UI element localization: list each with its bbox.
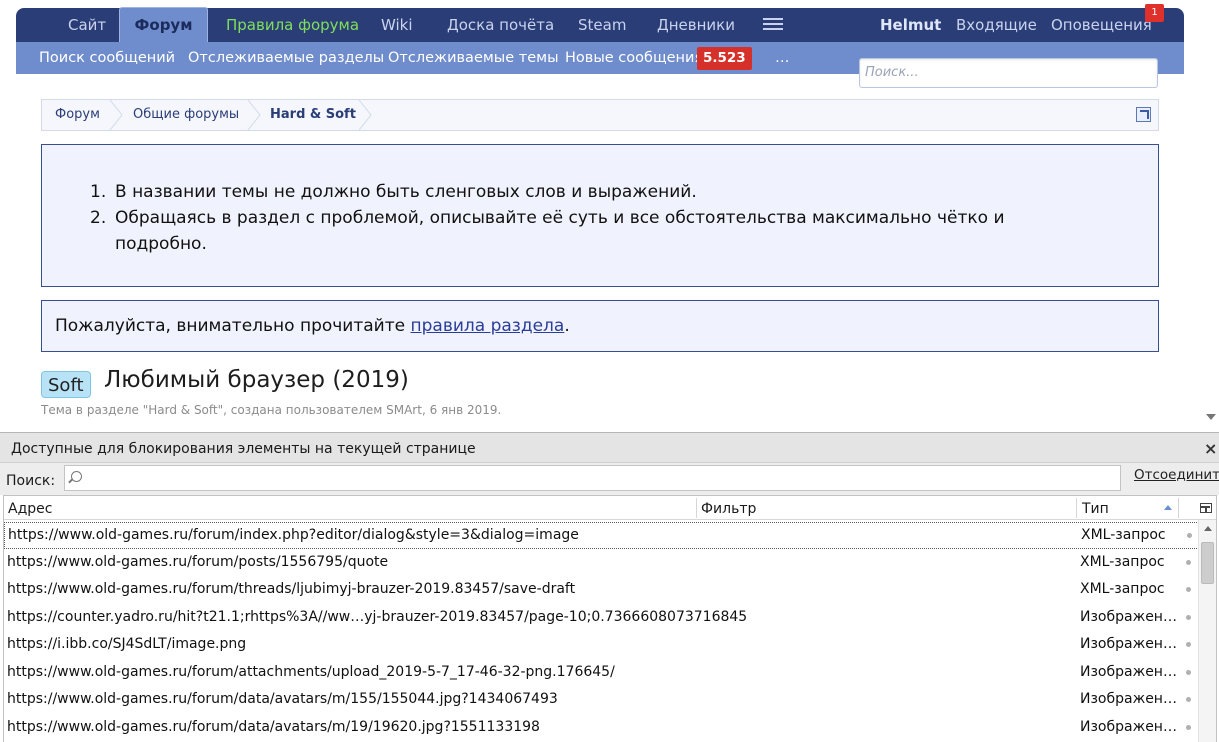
row-address: https://i.ibb.co/SJ4SdLT/image.png (7, 636, 247, 652)
close-icon[interactable]: × (1204, 439, 1217, 458)
column-picker-icon[interactable] (1200, 503, 1212, 513)
breadcrumb: Форум Общие форумы Hard & Soft (41, 99, 1159, 131)
row-type: Изображен… (1080, 608, 1177, 625)
forum-search-input[interactable]: Поиск... (859, 58, 1158, 88)
main-navbar: Сайт Форум Правила форума Wiki Доска поч… (16, 4, 1184, 42)
row-address: https://counter.yadro.ru/hit?t21.1;rhttp… (7, 608, 748, 625)
rules-notice-box: Пожалуйста, внимательно прочитайте прави… (41, 300, 1159, 352)
panel-header: Доступные для блокирования элементы на т… (0, 433, 1219, 463)
panel-title: Доступные для блокирования элементы на т… (11, 441, 476, 457)
scroll-down-icon[interactable] (1206, 414, 1216, 420)
nav-site[interactable]: Сайт (68, 8, 106, 42)
table-row[interactable]: https://counter.yadro.ru/hit?t21.1;rhttp… (4, 605, 1199, 632)
panel-search-row: Поиск: Отсоединить (0, 463, 1219, 495)
subnav-search-posts[interactable]: Поиск сообщений (39, 42, 175, 74)
column-header-type[interactable]: Тип (1082, 496, 1109, 520)
nav-forum-rules[interactable]: Правила форума (226, 8, 359, 42)
row-address: https://www.old-games.ru/forum/threads/l… (7, 581, 576, 597)
row-type: Изображен… (1080, 663, 1177, 680)
nav-wiki[interactable]: Wiki (381, 8, 413, 42)
blockable-items-table: Адрес Фильтр Тип https://www.old-games.r… (3, 495, 1217, 742)
new-posts-count-badge: 5.523 (697, 47, 752, 70)
table-row[interactable]: https://www.old-games.ru/forum/index.php… (4, 522, 1199, 549)
row-address: https://www.old-games.ru/forum/data/avat… (7, 691, 558, 707)
rule-text: В названии темы не должно быть сленговых… (115, 182, 697, 202)
page-scrollbar[interactable] (1202, 0, 1219, 432)
row-type: Изображен… (1080, 691, 1177, 707)
row-address: https://www.old-games.ru/forum/data/avat… (7, 718, 540, 735)
row-status-dot-icon (1186, 614, 1191, 620)
table-row[interactable]: https://www.old-games.ru/forum/attachmen… (4, 660, 1199, 687)
table-row[interactable]: https://www.old-games.ru/forum/data/avat… (4, 687, 1199, 714)
section-rules-link[interactable]: правила раздела (411, 316, 565, 336)
table-row[interactable]: https://www.old-games.ru/forum/data/avat… (4, 715, 1199, 742)
table-scrollbar[interactable] (1198, 520, 1216, 742)
row-type: Изображен… (1080, 636, 1177, 652)
nav-username[interactable]: Helmut (880, 8, 941, 42)
nav-honor-board[interactable]: Доска почёта (447, 8, 554, 42)
forum-rules-box: 1. В названии темы не должно быть сленгов… (41, 144, 1159, 287)
row-status-dot-icon (1186, 559, 1191, 565)
row-status-dot-icon (1186, 587, 1191, 592)
column-separator[interactable] (1076, 498, 1077, 518)
breadcrumb-forum[interactable]: Форум (55, 100, 100, 130)
search-icon (71, 471, 82, 482)
alerts-count-badge: 1 (1145, 4, 1164, 22)
rule-item: 1. В названии темы не должно быть сленгов… (90, 182, 697, 202)
thread-title: Любимый браузер (2019) (104, 367, 409, 393)
breadcrumb-separator-icon (247, 100, 261, 130)
subnav-new-posts[interactable]: Новые сообщения (565, 42, 703, 74)
row-type: Изображен… (1080, 718, 1177, 735)
column-header-address[interactable]: Адрес (8, 496, 52, 520)
column-header-filter[interactable]: Фильтр (701, 496, 756, 520)
thread-prefix-tag[interactable]: Soft (41, 371, 91, 398)
notice-text: Пожалуйста, внимательно прочитайте (55, 316, 411, 336)
subnav-more[interactable]: … (775, 42, 790, 74)
breadcrumb-hard-soft[interactable]: Hard & Soft (270, 100, 356, 130)
table-row[interactable]: https://www.old-games.ru/forum/posts/155… (4, 550, 1199, 577)
hamburger-menu-icon[interactable] (763, 18, 783, 32)
popout-icon[interactable] (1136, 107, 1151, 122)
nav-forum[interactable]: Форум (119, 7, 208, 42)
scroll-up-icon[interactable] (1204, 526, 1212, 531)
table-row[interactable]: https://www.old-games.ru/forum/threads/l… (4, 577, 1199, 604)
breadcrumb-separator-icon (358, 100, 372, 130)
subnav-watched-forums[interactable]: Отслеживаемые разделы (188, 42, 384, 74)
thread-meta: Тема в разделе "Hard & Soft", создана по… (41, 403, 502, 417)
column-separator[interactable] (1178, 498, 1179, 518)
page: Сайт Форум Правила форума Wiki Доска поч… (0, 0, 1219, 742)
nav-alerts[interactable]: Оповещения (1051, 8, 1152, 42)
forum-page: Сайт Форум Правила форума Wiki Доска поч… (0, 0, 1219, 432)
row-address: https://www.old-games.ru/forum/index.php… (8, 527, 579, 543)
row-status-dot-icon (1186, 669, 1191, 675)
row-status-dot-icon (1186, 642, 1191, 647)
row-address: https://www.old-games.ru/forum/attachmen… (7, 663, 615, 680)
rule-item: 2. Обращаясь в раздел с проблемой, описыв… (90, 208, 1005, 254)
row-type: XML-запрос (1081, 527, 1166, 543)
row-status-dot-icon (1187, 533, 1192, 538)
nav-steam[interactable]: Steam (578, 8, 626, 42)
scrollbar-thumb[interactable] (1201, 542, 1214, 584)
table-header: Адрес Фильтр Тип (4, 496, 1216, 520)
table-row[interactable]: https://i.ibb.co/SJ4SdLT/image.png Изобра… (4, 632, 1199, 659)
panel-search-input[interactable] (64, 465, 1121, 491)
nav-diaries[interactable]: Дневники (657, 8, 735, 42)
nav-inbox[interactable]: Входящие (956, 8, 1037, 42)
breadcrumb-general-forums[interactable]: Общие форумы (133, 100, 239, 130)
rule-text: Обращаясь в раздел с проблемой, описывай… (115, 208, 1005, 254)
column-separator[interactable] (696, 498, 697, 518)
blockable-items-panel: Доступные для блокирования элементы на т… (0, 432, 1219, 742)
breadcrumb-separator-icon (109, 100, 123, 130)
search-label: Поиск: (6, 473, 56, 489)
detach-link[interactable]: Отсоединить (1134, 467, 1219, 483)
row-type: XML-запрос (1080, 553, 1165, 570)
row-status-dot-icon (1186, 697, 1191, 702)
row-status-dot-icon (1186, 724, 1191, 730)
row-type: XML-запрос (1080, 581, 1165, 597)
sort-ascending-icon (1164, 505, 1172, 510)
notice-suffix: . (564, 316, 570, 336)
subnav-watched-threads[interactable]: Отслеживаемые темы (388, 42, 559, 74)
row-address: https://www.old-games.ru/forum/posts/155… (7, 553, 389, 570)
